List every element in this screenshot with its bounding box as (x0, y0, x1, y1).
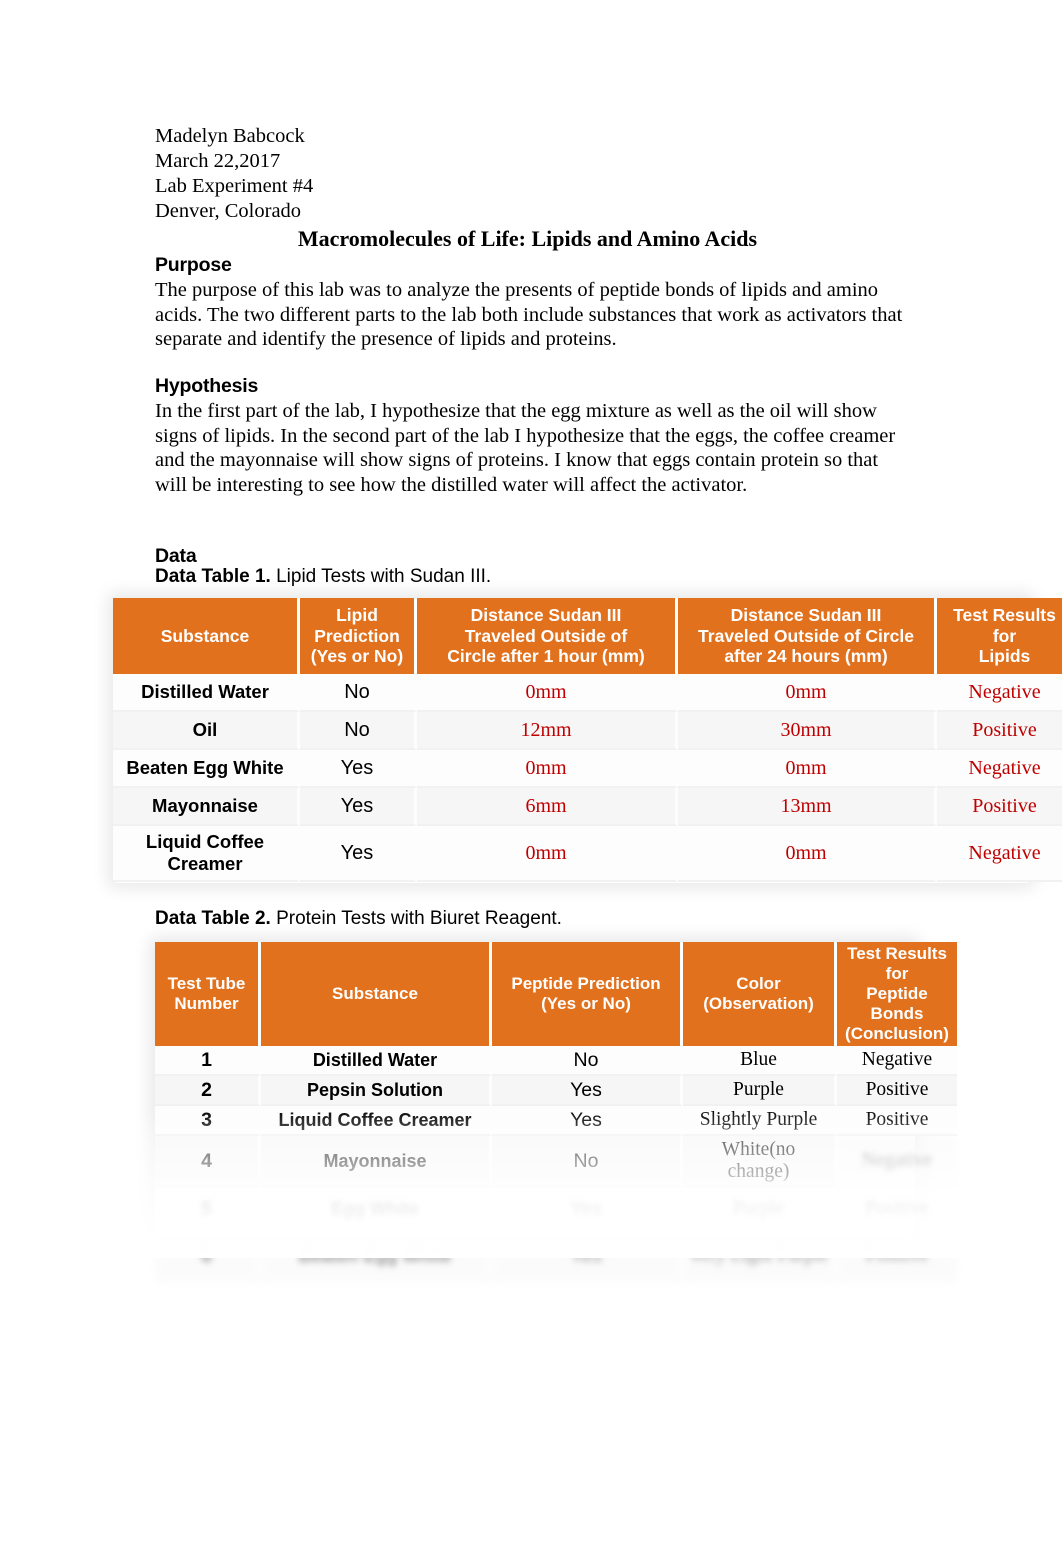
table-row: 3 Liquid Coffee Creamer Yes Slightly Pur… (155, 1106, 957, 1137)
hypothesis-paragraph: In the first part of the lab, I hypothes… (155, 400, 896, 496)
table-row: 5 Egg White Yes Purple Positive (155, 1188, 957, 1233)
table2-cell-tube: 1 (155, 1046, 261, 1077)
table1-caption: Data Table 1. Lipid Tests with Sudan III… (155, 566, 491, 588)
table2-col-substance: Substance (261, 942, 492, 1047)
experiment-number: Lab Experiment #4 (155, 175, 314, 197)
table2-cell-prediction: Yes (492, 1188, 683, 1233)
table1-cell-distance-1hr: 0mm (417, 826, 678, 882)
table2-cell-substance: Beaten Egg White (261, 1232, 492, 1283)
document-location: Denver, Colorado (155, 200, 302, 222)
table1-cell-distance-24hr: 0mm (678, 826, 937, 882)
table2-cell-result: Positive (837, 1232, 957, 1283)
table2-col-peptide-prediction: Peptide Prediction (Yes or No) (492, 942, 683, 1047)
table2-cell-substance: Liquid Coffee Creamer (261, 1106, 492, 1137)
table-row: 6 Beaten Egg White Yes Very Light Purple… (155, 1232, 957, 1283)
table2-caption: Data Table 2. Protein Tests with Biuret … (155, 908, 562, 930)
table1-col-distance-1hr: Distance Sudan III Traveled Outside of Cir… (417, 598, 678, 674)
hypothesis-heading: Hypothesis (155, 375, 259, 397)
table2-cell-substance: Pepsin Solution (261, 1076, 492, 1107)
table2-col-test-results: Test Results for Peptide Bonds (Conclusion… (837, 942, 957, 1047)
table1-cell-substance: Mayonnaise (113, 788, 300, 826)
table2-cell-substance: Distilled Water (261, 1046, 492, 1077)
lipid-tests-table: Substance Lipid Prediction (Yes or No) Dis… (113, 598, 1062, 882)
table1-cell-prediction: Yes (300, 826, 417, 882)
table2-cell-prediction: Yes (492, 1232, 683, 1283)
table2-cell-color: Slightly Purple (683, 1106, 837, 1137)
table-row: 1 Distilled Water No Blue Negative (155, 1046, 957, 1077)
protein-tests-table: Test Tube Number Substance Peptide Predic… (155, 942, 957, 1283)
author-name: Madelyn Babcock (155, 125, 305, 147)
table1-cell-distance-1hr: 0mm (417, 674, 678, 712)
table1-cell-result: Negative (937, 826, 1062, 882)
table1-cell-distance-1hr: 0mm (417, 750, 678, 788)
table1-col-substance: Substance (113, 598, 300, 674)
table1-col-test-results: Test Results for Lipids (937, 598, 1062, 674)
document-header-block: Madelyn Babcock March 22,2017 Lab Experi… (155, 124, 915, 224)
table2-cell-result: Positive (837, 1106, 957, 1137)
table2-cell-tube: 2 (155, 1076, 261, 1107)
table1-cell-prediction: Yes (300, 750, 417, 788)
table1-cell-distance-24hr: 0mm (678, 674, 937, 712)
table1-col-lipid-prediction: Lipid Prediction (Yes or No) (300, 598, 417, 674)
table1-cell-prediction: Yes (300, 788, 417, 826)
table-row: Mayonnaise Yes 6mm 13mm Positive (113, 788, 1062, 826)
table2-cell-result: Negative (837, 1046, 957, 1077)
table2-cell-color: Very Light Purple (683, 1232, 837, 1283)
table2-cell-prediction: Yes (492, 1106, 683, 1137)
table2-cell-substance: Egg White (261, 1188, 492, 1233)
table2-cell-tube: 5 (155, 1188, 261, 1233)
table1-cell-substance: Liquid Coffee Creamer (113, 826, 300, 882)
table2-col-color: Color (Observation) (683, 942, 837, 1047)
document-date: March 22,2017 (155, 150, 281, 172)
table1-caption-text: Lipid Tests with Sudan III. (270, 566, 492, 587)
table1-cell-result: Positive (937, 712, 1062, 750)
table2-cell-result: Positive (837, 1076, 957, 1107)
table1-cell-prediction: No (300, 712, 417, 750)
data-heading: Data (155, 545, 197, 567)
table1-header-row: Substance Lipid Prediction (Yes or No) Dis… (113, 598, 1062, 674)
table1-cell-distance-1hr: 12mm (417, 712, 678, 750)
table-row: Beaten Egg White Yes 0mm 0mm Negative (113, 750, 1062, 788)
table2-col-test-tube-number: Test Tube Number (155, 942, 261, 1047)
table1-col-distance-24hr: Distance Sudan III Traveled Outside of Ci… (678, 598, 937, 674)
table-row: 4 Mayonnaise No White(no change) Negative (155, 1136, 957, 1189)
table2-header-row: Test Tube Number Substance Peptide Predic… (155, 942, 957, 1047)
table2-cell-result: Negative (837, 1136, 957, 1189)
table-row: Distilled Water No 0mm 0mm Negative (113, 674, 1062, 712)
table2-cell-substance: Mayonnaise (261, 1136, 492, 1189)
purpose-paragraph: The purpose of this lab was to analyze t… (155, 279, 903, 351)
table1-cell-result: Negative (937, 674, 1062, 712)
table2-cell-result: Positive (837, 1188, 957, 1233)
table1-cell-substance: Beaten Egg White (113, 750, 300, 788)
table2-caption-label: Data Table 2. (155, 908, 271, 929)
table2-cell-tube: 4 (155, 1136, 261, 1189)
table-row: Oil No 12mm 30mm Positive (113, 712, 1062, 750)
table2-cell-prediction: Yes (492, 1076, 683, 1107)
table1-cell-distance-24hr: 0mm (678, 750, 937, 788)
table2-cell-tube: 6 (155, 1232, 261, 1283)
purpose-heading: Purpose (155, 254, 232, 276)
table1-cell-result: Positive (937, 788, 1062, 826)
table1-cell-distance-24hr: 13mm (678, 788, 937, 826)
table-row: Liquid Coffee Creamer Yes 0mm 0mm Negativ… (113, 826, 1062, 882)
table1-caption-label: Data Table 1. (155, 566, 271, 587)
table1-cell-substance: Distilled Water (113, 674, 300, 712)
table1-cell-distance-1hr: 6mm (417, 788, 678, 826)
table1-cell-result: Negative (937, 750, 1062, 788)
table-row: 2 Pepsin Solution Yes Purple Positive (155, 1076, 957, 1107)
table2-cell-color: Purple (683, 1076, 837, 1107)
table2-caption-text: Protein Tests with Biuret Reagent. (270, 908, 562, 929)
page-title: Macromolecules of Life: Lipids and Amino… (297, 226, 758, 251)
table1-cell-distance-24hr: 30mm (678, 712, 937, 750)
table2-cell-prediction: No (492, 1046, 683, 1077)
table2-cell-tube: 3 (155, 1106, 261, 1137)
table2-cell-prediction: No (492, 1136, 683, 1189)
table1-cell-prediction: No (300, 674, 417, 712)
table2-cell-color: Purple (683, 1188, 837, 1233)
table1-cell-substance: Oil (113, 712, 300, 750)
document-page: Madelyn Babcock March 22,2017 Lab Experi… (0, 0, 1062, 1556)
table2-cell-color: White(no change) (683, 1136, 837, 1189)
table2-cell-color: Blue (683, 1046, 837, 1077)
